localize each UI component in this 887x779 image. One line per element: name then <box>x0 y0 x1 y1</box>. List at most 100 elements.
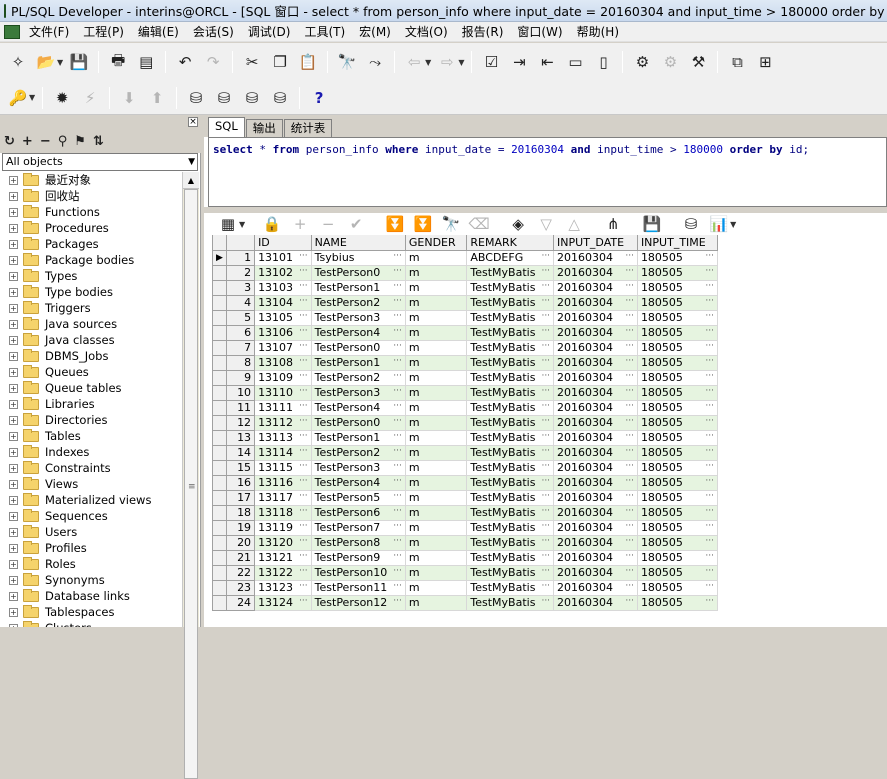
cell-editor-icon[interactable]: ··· <box>625 326 634 339</box>
expand-icon[interactable]: + <box>9 319 18 329</box>
table-cell[interactable]: TestPerson3 ··· <box>311 310 406 326</box>
table-cell[interactable]: TestMyBatis ··· <box>466 400 555 416</box>
cell-editor-icon[interactable]: ··· <box>625 401 634 414</box>
table-cell[interactable]: 20160304 ··· <box>553 505 638 521</box>
expand-icon[interactable]: + <box>9 383 18 393</box>
cell-editor-icon[interactable]: ··· <box>541 566 550 579</box>
cell-editor-icon[interactable]: ··· <box>705 566 714 579</box>
table-cell[interactable]: 13115 ··· <box>254 460 312 476</box>
table-cell[interactable]: TestPerson9 ··· <box>311 550 406 566</box>
table-row[interactable]: 12 13112 ··· TestPerson0 ··· m TestMyBatis ··· 2… <box>212 415 719 431</box>
cell-editor-icon[interactable]: ··· <box>299 431 308 444</box>
cell-editor-icon[interactable]: ··· <box>299 521 308 534</box>
table-cell[interactable]: TestPerson2 ··· <box>311 295 406 311</box>
table-cell[interactable]: m <box>405 250 468 266</box>
table-cell[interactable]: 180505 ··· <box>637 295 719 311</box>
expand-icon[interactable]: + <box>9 495 18 505</box>
table-cell[interactable]: 180505 ··· <box>637 325 719 341</box>
cell-editor-icon[interactable]: ··· <box>393 461 402 474</box>
table-cell[interactable]: 13109 ··· <box>254 370 312 386</box>
paste-icon[interactable]: 📋 <box>296 50 320 74</box>
table-cell[interactable]: TestPerson11 ··· <box>311 580 406 596</box>
cell-editor-icon[interactable]: ··· <box>393 266 402 279</box>
table-cell[interactable]: 20160304 ··· <box>553 385 638 401</box>
table-row[interactable]: 8 13108 ··· TestPerson1 ··· m TestMyBatis ··· 20… <box>212 355 719 371</box>
unindent-icon[interactable]: ⇤ <box>535 50 559 74</box>
redo-icon[interactable]: ↷ <box>201 50 225 74</box>
tree-node[interactable]: + Package bodies <box>0 252 182 268</box>
expand-icon[interactable]: + <box>9 367 18 377</box>
compile-icon[interactable]: ⚙ <box>630 50 654 74</box>
cell-editor-icon[interactable]: ··· <box>705 551 714 564</box>
table-cell[interactable]: 20160304 ··· <box>553 355 638 371</box>
cell-editor-icon[interactable]: ··· <box>705 371 714 384</box>
chart-dropdown-icon[interactable]: ▼ <box>730 220 736 229</box>
cell-editor-icon[interactable]: ··· <box>393 386 402 399</box>
menu-window[interactable]: 窗口(W) <box>510 23 569 41</box>
database-icon[interactable]: ⛁ <box>184 86 208 110</box>
table-row[interactable]: 23 13123 ··· TestPerson11 ··· m TestMyBatis ···… <box>212 580 719 596</box>
cell-editor-icon[interactable]: ··· <box>541 476 550 489</box>
cell-editor-icon[interactable]: ··· <box>625 431 634 444</box>
table-row[interactable]: 21 13121 ··· TestPerson9 ··· m TestMyBatis ··· 2… <box>212 550 719 566</box>
table-cell[interactable]: 20160304 ··· <box>553 595 638 611</box>
cell-editor-icon[interactable]: ··· <box>299 386 308 399</box>
tree-node[interactable]: + 最近对象 <box>0 172 182 188</box>
key-dropdown-icon[interactable]: ▼ <box>29 93 35 102</box>
table-cell[interactable]: 20160304 ··· <box>553 310 638 326</box>
expand-icon[interactable]: + <box>9 527 18 537</box>
table-cell[interactable]: TestMyBatis ··· <box>466 415 555 431</box>
cell-editor-icon[interactable]: ··· <box>541 506 550 519</box>
table-cell[interactable]: 13118 ··· <box>254 505 312 521</box>
table-cell[interactable]: TestPerson0 ··· <box>311 415 406 431</box>
table-cell[interactable]: 180505 ··· <box>637 460 719 476</box>
expand-icon[interactable]: + <box>9 223 18 233</box>
menu-debug[interactable]: 调试(D) <box>241 23 298 41</box>
table-row[interactable]: 3 13103 ··· TestPerson1 ··· m TestMyBatis ··· 20… <box>212 280 719 296</box>
table-cell[interactable]: m <box>405 355 468 371</box>
table-cell[interactable]: 20160304 ··· <box>553 415 638 431</box>
cell-editor-icon[interactable]: ··· <box>541 296 550 309</box>
table-cell[interactable]: TestPerson4 ··· <box>311 400 406 416</box>
next-page-icon[interactable]: ▽ <box>534 212 558 236</box>
table-cell[interactable]: 180505 ··· <box>637 310 719 326</box>
table-cell[interactable]: TestMyBatis ··· <box>466 340 555 356</box>
cell-editor-icon[interactable]: ··· <box>541 581 550 594</box>
table-cell[interactable]: 20160304 ··· <box>553 580 638 596</box>
cell-editor-icon[interactable]: ··· <box>625 281 634 294</box>
table-cell[interactable]: 13122 ··· <box>254 565 312 581</box>
menu-session[interactable]: 会话(S) <box>186 23 241 41</box>
table-cell[interactable]: TestMyBatis ··· <box>466 580 555 596</box>
cell-editor-icon[interactable]: ··· <box>705 581 714 594</box>
tree-node[interactable]: + Materialized views <box>0 492 182 508</box>
cell-editor-icon[interactable]: ··· <box>625 296 634 309</box>
table-cell[interactable]: TestMyBatis ··· <box>466 595 555 611</box>
cell-editor-icon[interactable]: ··· <box>705 416 714 429</box>
cell-editor-icon[interactable]: ··· <box>705 326 714 339</box>
cell-editor-icon[interactable]: ··· <box>299 416 308 429</box>
expand-icon[interactable]: + <box>9 447 18 457</box>
table-cell[interactable]: 20160304 ··· <box>553 445 638 461</box>
single-record-view-icon[interactable]: ◈ <box>506 212 530 236</box>
table-cell[interactable]: 20160304 ··· <box>553 340 638 356</box>
table-cell[interactable]: m <box>405 310 468 326</box>
table-cell[interactable]: TestMyBatis ··· <box>466 475 555 491</box>
cell-editor-icon[interactable]: ··· <box>393 356 402 369</box>
table-cell[interactable]: 20160304 ··· <box>553 475 638 491</box>
cell-editor-icon[interactable]: ··· <box>299 491 308 504</box>
cell-editor-icon[interactable]: ··· <box>625 506 634 519</box>
cell-editor-icon[interactable]: ··· <box>299 296 308 309</box>
table-cell[interactable]: m <box>405 460 468 476</box>
table-cell[interactable]: 180505 ··· <box>637 385 719 401</box>
column-header[interactable]: REMARK <box>466 235 555 251</box>
table-cell[interactable]: TestMyBatis ··· <box>466 490 555 506</box>
table-cell[interactable]: TestMyBatis ··· <box>466 550 555 566</box>
scroll-up-icon[interactable]: ▲ <box>183 172 199 189</box>
tree-node[interactable]: + Synonyms <box>0 572 182 588</box>
table-cell[interactable]: TestPerson4 ··· <box>311 475 406 491</box>
scroll-thumb[interactable]: ≡ <box>184 189 198 779</box>
cell-editor-icon[interactable]: ··· <box>299 506 308 519</box>
forward-dropdown-icon[interactable]: ▼ <box>458 58 464 67</box>
table-cell[interactable]: 20160304 ··· <box>553 325 638 341</box>
table-cell[interactable]: 180505 ··· <box>637 595 719 611</box>
